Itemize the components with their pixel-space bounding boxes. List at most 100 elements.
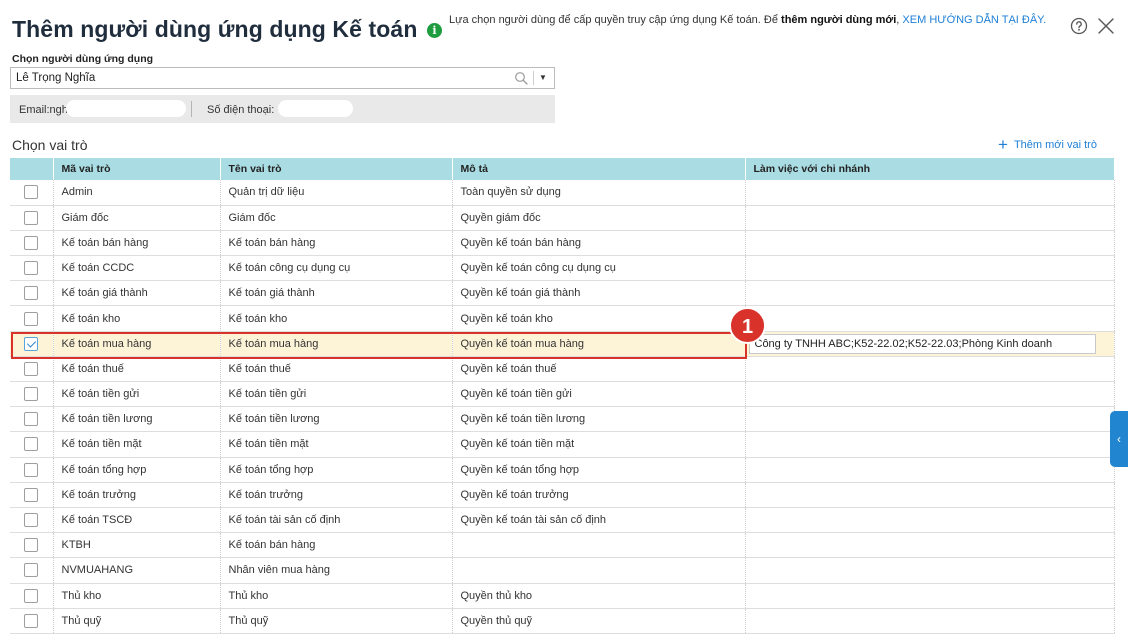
branch-cell[interactable] xyxy=(745,230,1115,257)
row-checkbox-cell xyxy=(10,482,54,508)
table-row[interactable]: Kế toán kho Kế toán kho Quyền kế toán kho xyxy=(10,305,1115,332)
branch-cell[interactable] xyxy=(745,457,1115,483)
close-icon[interactable] xyxy=(1097,17,1115,35)
table-row[interactable]: Kế toán tiền gửi Kế toán tiền gửi Quyền kế… xyxy=(10,381,1115,408)
row-checkbox-cell xyxy=(10,205,54,231)
role-description-cell: Quyền kế toán kho xyxy=(452,305,746,332)
role-name-cell: Nhân viên mua hàng xyxy=(220,557,453,584)
row-checkbox[interactable] xyxy=(24,538,39,553)
row-checkbox[interactable] xyxy=(24,487,39,502)
role-description-cell: Quyền thủ quỹ xyxy=(452,608,746,634)
row-checkbox-cell xyxy=(10,431,54,458)
row-checkbox-cell xyxy=(10,583,54,609)
role-name-cell: Kế toán giá thành xyxy=(220,280,453,307)
branch-cell[interactable] xyxy=(745,381,1115,408)
table-row[interactable]: Thủ quỹ Thủ quỹ Quyền thủ quỹ xyxy=(10,608,1115,634)
branch-cell[interactable]: Công ty TNHH ABC;K52-22.02;K52-22.03;Phò… xyxy=(745,331,1115,357)
guide-link[interactable]: XEM HƯỚNG DẪN TẠI ĐÂY xyxy=(902,14,1043,26)
table-row[interactable]: Kế toán CCDC Kế toán công cụ dụng cụ Quyền… xyxy=(10,255,1115,282)
role-description-cell: Quyền kế toán thuế xyxy=(452,356,746,383)
header-branch[interactable]: Làm việc với chi nhánh xyxy=(745,158,1115,180)
table-row[interactable]: Kế toán giá thành Kế toán giá thành Quyền … xyxy=(10,280,1115,307)
row-checkbox[interactable] xyxy=(24,613,39,628)
branch-cell[interactable] xyxy=(745,356,1115,383)
role-code-cell: Giám đốc xyxy=(53,205,221,231)
branch-cell[interactable] xyxy=(745,532,1115,559)
role-name-cell: Kế toán tài sản cố định xyxy=(220,507,453,534)
header-role-code[interactable]: Mã vai trò xyxy=(53,158,221,180)
row-checkbox[interactable] xyxy=(24,513,39,528)
role-description-cell: Quyền kế toán tiền gửi xyxy=(452,381,746,408)
role-description-cell: Quyền kế toán tiền mặt xyxy=(452,431,746,458)
row-checkbox[interactable] xyxy=(24,210,39,225)
table-row[interactable]: Thủ kho Thủ kho Quyền thủ kho xyxy=(10,583,1115,609)
user-select-combobox[interactable]: Lê Trọng Nghĩa ▼ xyxy=(10,67,555,89)
role-name-cell: Kế toán tiền lương xyxy=(220,406,453,433)
search-icon[interactable] xyxy=(514,71,529,86)
row-checkbox[interactable] xyxy=(24,387,39,402)
table-row[interactable]: Kế toán thuế Kế toán thuế Quyền kế toán th… xyxy=(10,356,1115,383)
row-checkbox-cell xyxy=(10,406,54,433)
row-checkbox[interactable] xyxy=(24,185,39,200)
info-end: . xyxy=(1043,14,1047,26)
branch-cell[interactable] xyxy=(745,583,1115,609)
table-row[interactable]: Kế toán tiền lương Kế toán tiền lương Quyề… xyxy=(10,406,1115,433)
row-checkbox-cell xyxy=(10,280,54,307)
row-checkbox-cell xyxy=(10,557,54,584)
user-select-value: Lê Trọng Nghĩa xyxy=(16,72,96,84)
table-row[interactable]: Kế toán trưởng Kế toán trưởng Quyền kế toá… xyxy=(10,482,1115,508)
table-row[interactable]: Kế toán mua hàng Kế toán mua hàng Quyền kế… xyxy=(10,331,1115,357)
branch-cell[interactable] xyxy=(745,180,1115,206)
table-row[interactable]: KTBH Kế toán bán hàng xyxy=(10,532,1115,559)
table-row[interactable]: Admin Quản trị dữ liệu Toàn quyền sử dụng xyxy=(10,180,1115,206)
row-checkbox[interactable] xyxy=(24,563,39,578)
row-checkbox[interactable] xyxy=(24,437,39,452)
branch-cell[interactable] xyxy=(745,557,1115,584)
branch-cell[interactable] xyxy=(745,305,1115,332)
branch-selector-input[interactable]: Công ty TNHH ABC;K52-22.02;K52-22.03;Phò… xyxy=(748,333,1096,354)
role-code-cell: Admin xyxy=(53,180,221,206)
row-checkbox[interactable] xyxy=(24,412,39,427)
row-checkbox[interactable] xyxy=(24,286,39,301)
dialog-title: Thêm người dùng ứng dụng Kế toán xyxy=(12,16,418,42)
table-row[interactable]: Kế toán bán hàng Kế toán bán hàng Quyền kế… xyxy=(10,230,1115,257)
table-row[interactable]: NVMUAHANG Nhân viên mua hàng xyxy=(10,557,1115,584)
contact-separator xyxy=(191,101,192,117)
row-checkbox[interactable] xyxy=(24,261,39,276)
add-role-button[interactable]: + Thêm mới vai trò xyxy=(998,135,1097,155)
role-name-cell: Kế toán bán hàng xyxy=(220,230,453,257)
row-checkbox[interactable] xyxy=(24,235,39,250)
branch-cell[interactable] xyxy=(745,507,1115,534)
help-circle-icon[interactable] xyxy=(1070,17,1088,35)
role-description-cell: Quyền kế toán mua hàng xyxy=(452,331,746,357)
branch-cell[interactable] xyxy=(745,431,1115,458)
table-row[interactable]: Kế toán tổng hợp Kế toán tổng hợp Quyền kế… xyxy=(10,457,1115,483)
row-checkbox-cell xyxy=(10,532,54,559)
row-checkbox[interactable] xyxy=(24,361,39,376)
branch-cell[interactable] xyxy=(745,205,1115,231)
row-checkbox[interactable] xyxy=(24,336,39,351)
roles-section-title: Chọn vai trò xyxy=(12,137,88,153)
header-role-name[interactable]: Tên vai trò xyxy=(220,158,453,180)
row-checkbox[interactable] xyxy=(24,311,39,326)
side-panel-toggle[interactable]: ‹ xyxy=(1110,411,1128,467)
role-description-cell: Quyền kế toán trưởng xyxy=(452,482,746,508)
dropdown-arrow-icon[interactable]: ▼ xyxy=(536,71,550,85)
row-checkbox-cell xyxy=(10,305,54,332)
branch-cell[interactable] xyxy=(745,608,1115,634)
role-name-cell: Kế toán công cụ dụng cụ xyxy=(220,255,453,282)
role-code-cell: KTBH xyxy=(53,532,221,559)
header-description[interactable]: Mô tả xyxy=(452,158,746,180)
branch-cell[interactable] xyxy=(745,255,1115,282)
row-checkbox[interactable] xyxy=(24,588,39,603)
row-checkbox[interactable] xyxy=(24,462,39,477)
branch-cell[interactable] xyxy=(745,482,1115,508)
role-description-cell: Quyền kế toán tiền lương xyxy=(452,406,746,433)
branch-cell[interactable] xyxy=(745,280,1115,307)
role-name-cell: Quản trị dữ liệu xyxy=(220,180,453,206)
table-row[interactable]: Kế toán TSCĐ Kế toán tài sản cố định Quyền… xyxy=(10,507,1115,534)
table-row[interactable]: Giám đốc Giám đốc Quyền giám đốc xyxy=(10,205,1115,231)
branch-cell[interactable] xyxy=(745,406,1115,433)
row-checkbox-cell xyxy=(10,331,54,357)
table-row[interactable]: Kế toán tiền mặt Kế toán tiền mặt Quyền kế… xyxy=(10,431,1115,458)
